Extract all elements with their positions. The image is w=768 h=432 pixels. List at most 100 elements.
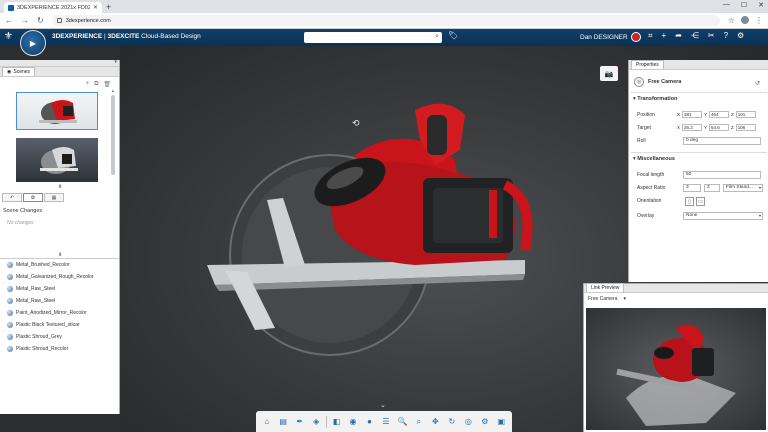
position-y-field[interactable]: 464 xyxy=(709,111,730,118)
share-icon[interactable]: ➦ xyxy=(675,31,682,41)
image-tab-icon[interactable]: ▦ xyxy=(44,193,64,202)
roll-label: Roll xyxy=(637,138,646,144)
close-tab-icon[interactable]: ✕ xyxy=(93,4,98,11)
transformation-section[interactable]: ▾ Transformation xyxy=(633,96,677,102)
document-icon[interactable]: ▤ xyxy=(276,415,289,429)
tag-icon[interactable]: 🏷 xyxy=(448,31,458,40)
target-z-field[interactable]: 106 xyxy=(735,124,756,131)
link-preview-panel: Link Preview Free Camera ▾ xyxy=(583,283,768,432)
user-name[interactable]: Dan DESIGNER xyxy=(580,34,628,41)
back-icon[interactable]: ← xyxy=(5,16,13,25)
minimize-icon[interactable]: — xyxy=(723,1,730,9)
menu-icon[interactable]: ⋮ xyxy=(755,16,763,25)
collapse-icon[interactable]: ▾ xyxy=(114,59,117,65)
render-icon[interactable]: ◈ xyxy=(309,415,322,429)
tab-link-preview[interactable]: Link Preview xyxy=(586,283,625,292)
list-item[interactable]: Metal_Brushed_Recolor xyxy=(0,259,119,271)
delete-scene-icon[interactable]: 🗑 xyxy=(103,81,111,88)
brand-name: 3DEXPERIENCE xyxy=(52,33,103,40)
scroll-up-icon[interactable]: ▲ xyxy=(111,88,115,93)
scene-changes-empty: No changes xyxy=(7,220,34,226)
camera-icon: ◎ xyxy=(634,77,644,87)
target-y-field[interactable]: 64.6 xyxy=(709,124,730,131)
search-input[interactable]: ⌕ xyxy=(304,32,442,43)
settings-view-icon[interactable]: ⚙ xyxy=(478,415,491,429)
home-icon[interactable]: ⌂ xyxy=(260,415,273,429)
camera-select[interactable]: Free Camera ▾ xyxy=(588,296,626,302)
maximize-icon[interactable]: ☐ xyxy=(741,1,747,9)
list-item[interactable]: Paint_Anodized_Mirror_Recolor xyxy=(0,307,119,319)
duplicate-scene-icon[interactable]: ⧉ xyxy=(94,81,98,88)
position-x-field[interactable]: 381 xyxy=(682,111,703,118)
undo-tab-icon[interactable]: ↶ xyxy=(2,193,22,202)
environment-icon[interactable]: ◉ xyxy=(346,415,359,429)
chevron-down-icon[interactable]: ⌄ xyxy=(380,401,386,409)
portrait-icon[interactable]: ▯ xyxy=(685,197,694,206)
forward-icon[interactable]: → xyxy=(21,16,29,25)
tools-icon[interactable]: ✂ xyxy=(708,31,715,41)
list-icon[interactable]: ☰ xyxy=(379,415,392,429)
camera-icon[interactable]: ◎ xyxy=(462,415,475,429)
ds-logo-icon: ⚜ xyxy=(4,31,13,42)
list-item[interactable]: Plastic Black Textured_sticar xyxy=(0,319,119,331)
focal-length-field[interactable]: 50 xyxy=(683,171,761,179)
camera-button[interactable]: 📷 xyxy=(600,66,618,81)
tab-scenes[interactable]: ◉ Scenes xyxy=(2,67,36,76)
avatar[interactable] xyxy=(631,32,641,42)
overlay-select[interactable]: None ▾ xyxy=(683,212,763,220)
target-x-field[interactable]: 26.3 xyxy=(682,124,703,131)
object-name: Free Camera xyxy=(648,79,682,85)
position-z-field[interactable]: 101 xyxy=(735,111,756,118)
preview-viewport[interactable] xyxy=(586,308,766,430)
pan-icon[interactable]: ✥ xyxy=(429,415,442,429)
material-icon[interactable]: ✒ xyxy=(293,415,306,429)
scene-thumbnail[interactable] xyxy=(16,92,98,130)
star-icon[interactable]: ☆ xyxy=(728,16,735,25)
close-window-icon[interactable]: ✕ xyxy=(758,1,764,9)
material-sphere-icon xyxy=(7,274,13,280)
aspect-ratio-label: Aspect Ratio xyxy=(637,185,666,191)
app-title: 3DEXPERIENCE | 3DEXCITE Cloud-Based Desi… xyxy=(52,33,201,40)
reset-icon[interactable]: ↺ xyxy=(755,80,760,87)
circular-saw-model[interactable] xyxy=(205,90,540,360)
search-icon[interactable]: ⌕ xyxy=(435,33,439,41)
reload-icon[interactable]: ↻ xyxy=(37,16,44,25)
fit-icon[interactable]: ⌕ xyxy=(412,415,425,429)
rotate-icon[interactable]: ↻ xyxy=(445,415,458,429)
profile-icon[interactable] xyxy=(741,16,749,24)
material-sphere-icon xyxy=(7,310,13,316)
landscape-icon[interactable]: ▭ xyxy=(696,197,705,206)
material-sphere-icon xyxy=(7,346,13,352)
bookmark-icon[interactable]: ⌗ xyxy=(648,31,653,41)
new-tab-icon[interactable]: + xyxy=(106,2,111,13)
help-icon[interactable]: ? xyxy=(724,31,728,41)
miscellaneous-section[interactable]: ▾ Miscellaneous xyxy=(633,156,675,162)
list-item[interactable]: Metal_Raw_Steel xyxy=(0,283,119,295)
orientation-label: Orientation xyxy=(637,198,662,204)
url-input[interactable]: 3dexperience.com xyxy=(51,15,720,26)
zoom-icon[interactable]: 🔍 xyxy=(396,415,409,429)
scrollbar[interactable] xyxy=(111,95,115,175)
material-tab-icon[interactable]: ✿ xyxy=(23,193,43,202)
capture-icon[interactable]: ▣ xyxy=(495,415,508,429)
scene-thumbnail[interactable] xyxy=(16,138,98,182)
roll-field[interactable]: 0 deg xyxy=(683,137,761,145)
list-item[interactable]: Plastic Shroud_Grey xyxy=(0,331,119,343)
list-item[interactable]: Plastic Shroud_Recolor xyxy=(0,343,119,355)
compass-icon[interactable]: ▶ xyxy=(20,30,46,56)
aspect-preset-select[interactable]: Film Stand... ▾ xyxy=(723,184,763,192)
view-icon[interactable]: ◧ xyxy=(330,415,343,429)
overlay-label: Overlay xyxy=(637,213,655,219)
aspect-height-field[interactable]: 2 xyxy=(704,184,720,192)
add-scene-icon[interactable]: + xyxy=(86,81,90,88)
tab-properties[interactable]: Properties xyxy=(631,60,664,69)
list-item[interactable]: Metal_Raw_Steel xyxy=(0,295,119,307)
settings-icon[interactable]: ⚙ xyxy=(737,31,744,41)
browser-tab[interactable]: 3DEXPERIENCE 2021x FD02 ✕ xyxy=(4,2,102,13)
network-icon[interactable]: ⋲ xyxy=(691,31,699,41)
list-item[interactable]: Metal_Galvanized_Rough_Recolor xyxy=(0,271,119,283)
add-icon[interactable]: + xyxy=(662,31,667,41)
sphere-icon[interactable]: ● xyxy=(363,415,376,429)
splitter-handle[interactable]: ⬍ xyxy=(58,184,62,190)
aspect-width-field[interactable]: 3 xyxy=(683,184,701,192)
